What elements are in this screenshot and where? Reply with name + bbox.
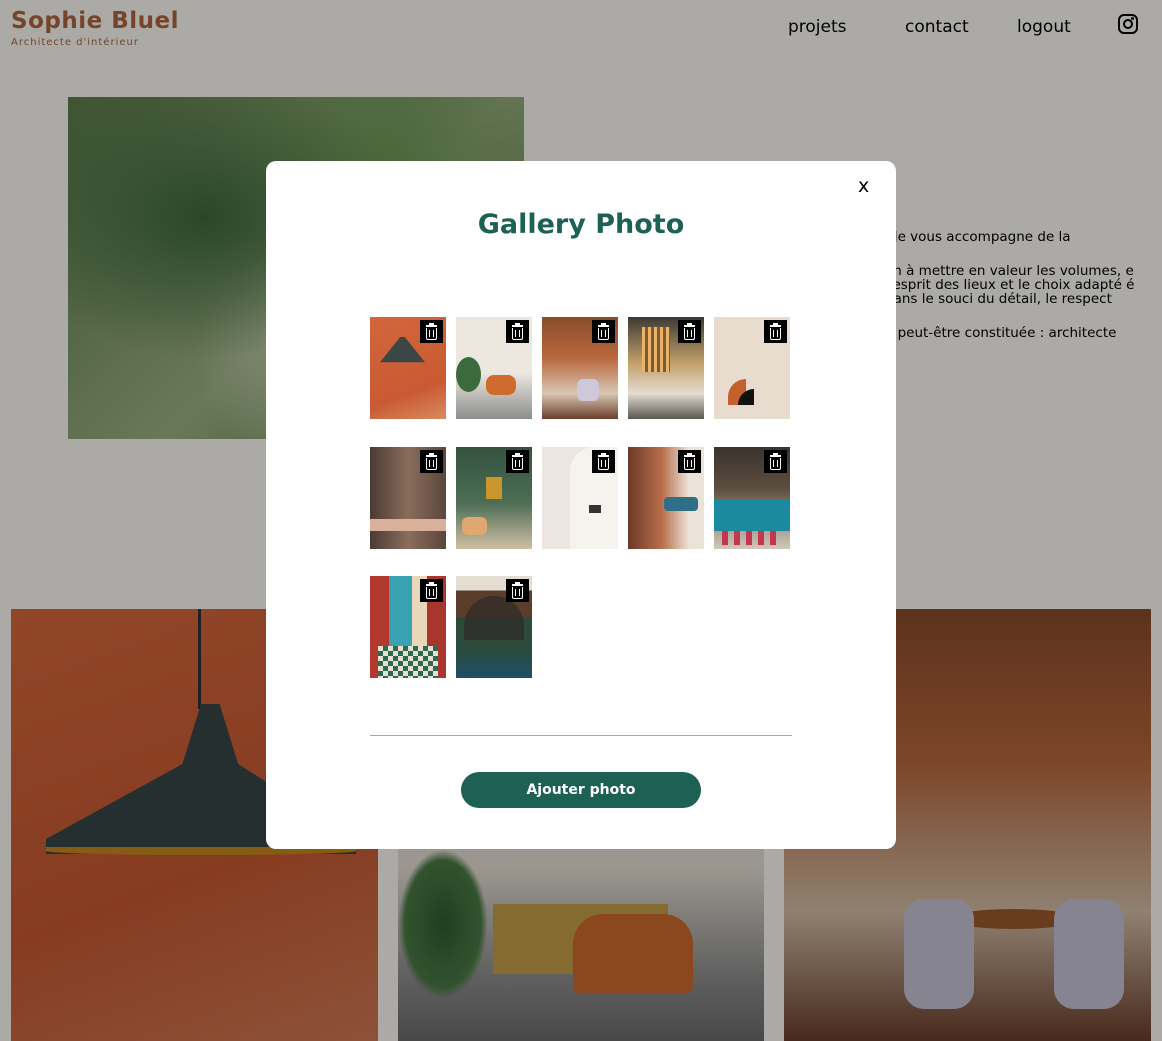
trash-icon[interactable] <box>592 450 615 473</box>
thumbnail <box>628 447 704 549</box>
thumbnail <box>714 447 790 549</box>
trash-icon[interactable] <box>506 320 529 343</box>
thumbnail <box>542 447 618 549</box>
modal-title: Gallery Photo <box>477 209 685 240</box>
trash-icon[interactable] <box>506 450 529 473</box>
trash-icon[interactable] <box>420 320 443 343</box>
thumbnail <box>456 576 532 678</box>
thumbnail <box>628 317 704 419</box>
separator <box>370 735 792 736</box>
trash-icon[interactable] <box>506 579 529 602</box>
thumbnail <box>714 317 790 419</box>
thumbnail <box>370 576 446 678</box>
add-photo-button[interactable]: Ajouter photo <box>461 772 701 808</box>
trash-icon[interactable] <box>678 450 701 473</box>
trash-icon[interactable] <box>764 320 787 343</box>
thumbnail <box>370 317 446 419</box>
gallery-modal: x Gallery Photo Ajouter photo <box>266 161 896 849</box>
close-button[interactable]: x <box>858 175 869 197</box>
trash-icon[interactable] <box>420 579 443 602</box>
trash-icon[interactable] <box>764 450 787 473</box>
thumbnail <box>542 317 618 419</box>
trash-icon[interactable] <box>420 450 443 473</box>
trash-icon[interactable] <box>678 320 701 343</box>
thumbnail <box>456 317 532 419</box>
trash-icon[interactable] <box>592 320 615 343</box>
thumbnail <box>456 447 532 549</box>
thumbnail <box>370 447 446 549</box>
